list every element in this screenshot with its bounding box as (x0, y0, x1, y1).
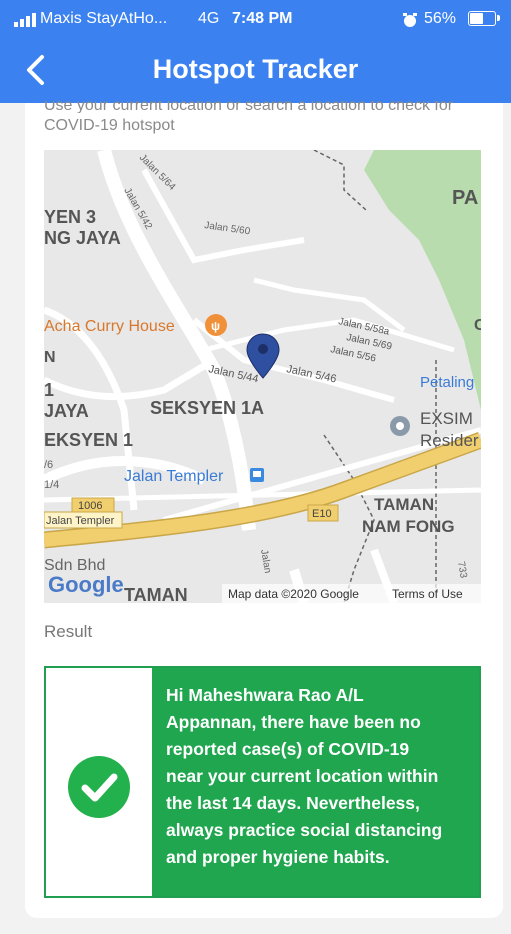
result-message: Hi Maheshwara Rao A/L Appannan, there ha… (166, 682, 471, 871)
map-label-pa: PA (452, 187, 478, 209)
result-label: Result (44, 622, 93, 641)
svg-text:ψ: ψ (211, 319, 220, 333)
map-label-exsim: EXSIM (420, 409, 473, 428)
terms-of-use-link[interactable]: Terms of Use (392, 587, 463, 601)
map-label-taman: TAMAN (374, 495, 434, 514)
map-label-eksyen1: EKSYEN 1 (44, 430, 133, 450)
map-label-jalan-templer: Jalan Templer (46, 515, 115, 527)
instruction-text: Use your current location or search a lo… (44, 101, 484, 139)
map-label-seksyen1a: SEKSYEN 1A (150, 398, 264, 418)
battery-icon (468, 11, 500, 26)
result-message-line: the last 14 days. Nevertheless, (166, 793, 420, 813)
map-label-acha: Acha Curry House (44, 318, 175, 335)
result-message-line: and proper hygiene habits. (166, 847, 390, 867)
instruction-line-2: COVID-19 hotspot (44, 117, 175, 134)
route-badge-1006: 1006 (78, 500, 102, 512)
google-logo: Google (48, 572, 124, 597)
map-label-petaling: Petaling (420, 374, 474, 391)
result-message-line: reported case(s) of COVID-19 (166, 739, 410, 759)
result-message-line: near your current location within (166, 766, 439, 786)
navigation-bar: Hotspot Tracker (0, 40, 511, 103)
check-circle-icon (68, 756, 130, 818)
result-message-line: Hi Maheshwara Rao A/L (166, 685, 364, 705)
carrier-name: Maxis StayAtHo... (40, 10, 168, 27)
page-title: Hotspot Tracker (152, 54, 359, 84)
map-label-6: /6 (44, 459, 53, 471)
map-label-yen3: YEN 3 (44, 207, 96, 227)
location-map[interactable]: PA YEN 3 NG JAYA Jalan 5/64 Jalan 5/42 J… (44, 150, 481, 603)
map-label-n: N (44, 349, 56, 366)
alarm-icon (403, 13, 417, 27)
map-attribution: Map data ©2020 Google (228, 587, 359, 601)
route-badge-e10: E10 (312, 508, 332, 520)
map-label-c: C (474, 317, 481, 334)
result-panel: Hi Maheshwara Rao A/L Appannan, there ha… (44, 666, 481, 898)
map-label-jalan-templer-station: Jalan Templer (124, 468, 224, 485)
status-bar: Maxis StayAtHo... 4G 7:48 PM 56% (0, 0, 511, 40)
battery-percent: 56% (424, 10, 457, 27)
result-message-line: always practice social distancing (166, 820, 443, 840)
map-label-jaya: JAYA (44, 401, 89, 421)
signal-icon (14, 13, 36, 27)
instruction-line-1: Use your current location or search a lo… (44, 101, 454, 113)
clock: 7:48 PM (232, 10, 293, 27)
map-label-namfong: NAM FONG (362, 517, 455, 536)
map-label-resider: Resider (420, 431, 479, 450)
result-icon-area (46, 668, 152, 896)
network-type: 4G (198, 10, 220, 27)
map-label-14: 1/4 (44, 479, 59, 491)
map-label-taman-bottom: TAMAN (124, 585, 188, 603)
map-label-ngjaya: NG JAYA (44, 228, 121, 248)
map-label-one: 1 (44, 380, 54, 400)
result-message-line: Appannan, there have been no (166, 712, 421, 732)
